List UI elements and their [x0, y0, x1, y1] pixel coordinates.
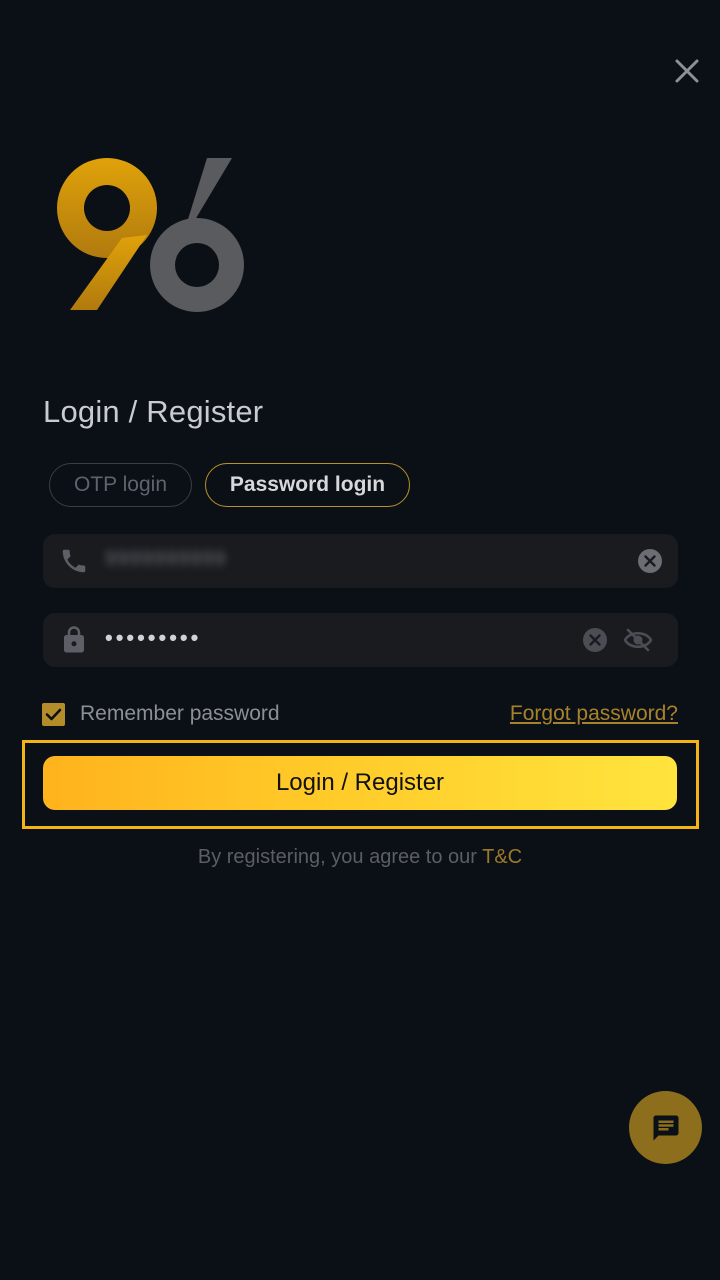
terms-prefix: By registering, you agree to our	[197, 846, 483, 868]
remember-password-checkbox[interactable]	[42, 703, 65, 726]
chat-button[interactable]	[629, 1091, 702, 1164]
page-title: Login / Register	[43, 394, 264, 429]
lock-icon	[64, 626, 84, 653]
remember-password-label: Remember password	[80, 702, 280, 725]
close-icon	[675, 59, 699, 83]
checkmark-icon	[45, 708, 62, 721]
tab-password-login[interactable]: Password login	[205, 463, 410, 507]
password-field[interactable]: •••••••••	[43, 613, 678, 667]
terms-text: By registering, you agree to our T&C	[0, 846, 720, 869]
clear-icon[interactable]	[637, 548, 663, 574]
chat-icon	[653, 1115, 678, 1140]
phone-field[interactable]: 9999999999	[43, 534, 678, 588]
login-register-button[interactable]: Login / Register	[43, 756, 677, 810]
clear-icon[interactable]	[582, 627, 608, 653]
tab-otp-login[interactable]: OTP login	[49, 463, 192, 507]
eye-off-icon[interactable]	[623, 626, 653, 654]
close-button[interactable]	[668, 52, 706, 90]
brand-logo	[52, 150, 252, 320]
terms-link[interactable]: T&C	[482, 846, 522, 868]
forgot-password-link[interactable]: Forgot password?	[510, 702, 678, 726]
password-value: •••••••••	[105, 625, 202, 650]
phone-value: 9999999999	[105, 548, 227, 570]
phone-icon	[62, 549, 86, 573]
